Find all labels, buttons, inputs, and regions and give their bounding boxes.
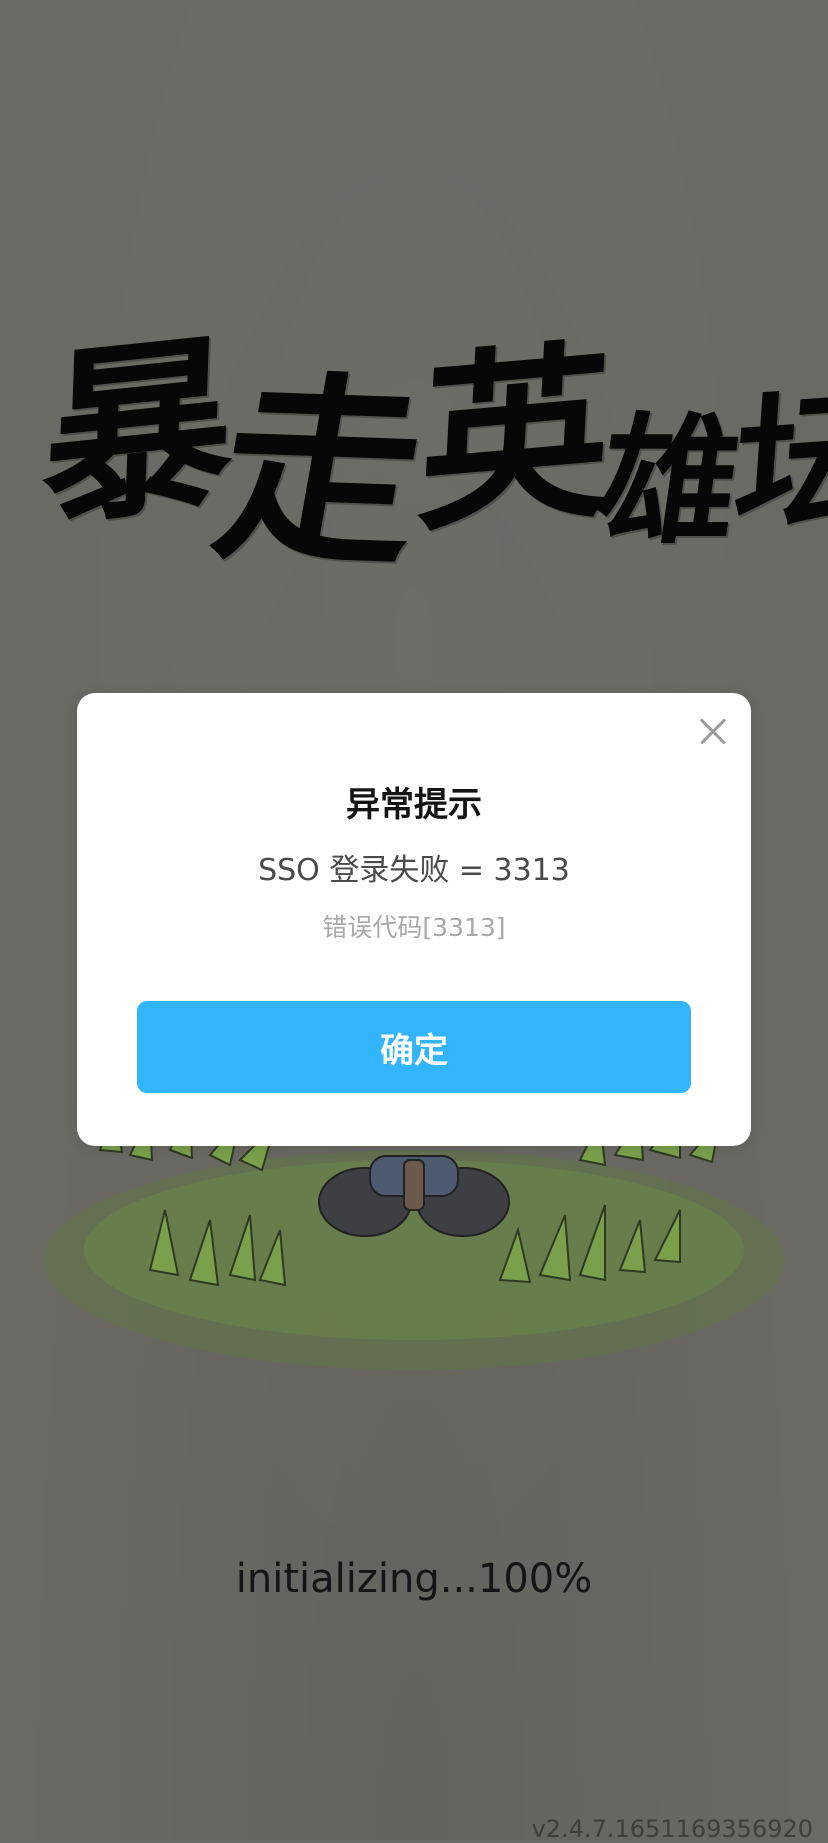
logo-char: 走 [200,351,435,594]
dialog-title: 异常提示 [346,785,482,825]
error-code: 错误代码[3313] [322,913,506,942]
error-dialog: 异常提示 SSO 登录失败 = 3313 错误代码[3313] 确定 [77,693,751,1146]
logo-char: 坛 [728,370,828,556]
logo-char: 英 [413,319,612,559]
confirm-button[interactable]: 确定 [137,1001,691,1093]
game-logo: 暴走英雄坛 [38,260,828,594]
loading-status: initializing...100% [235,1556,593,1602]
logo-char: 雄 [587,399,745,564]
dialog-message: SSO 登录失败 = 3313 [258,853,570,888]
logo-char: 暴 [38,311,232,553]
game-logo-text: 暴走英雄坛 [27,251,828,594]
close-icon[interactable] [693,712,731,750]
version-label: v2.4.7.1651169356920 [531,1815,813,1843]
grass-illustration [44,1110,784,1370]
